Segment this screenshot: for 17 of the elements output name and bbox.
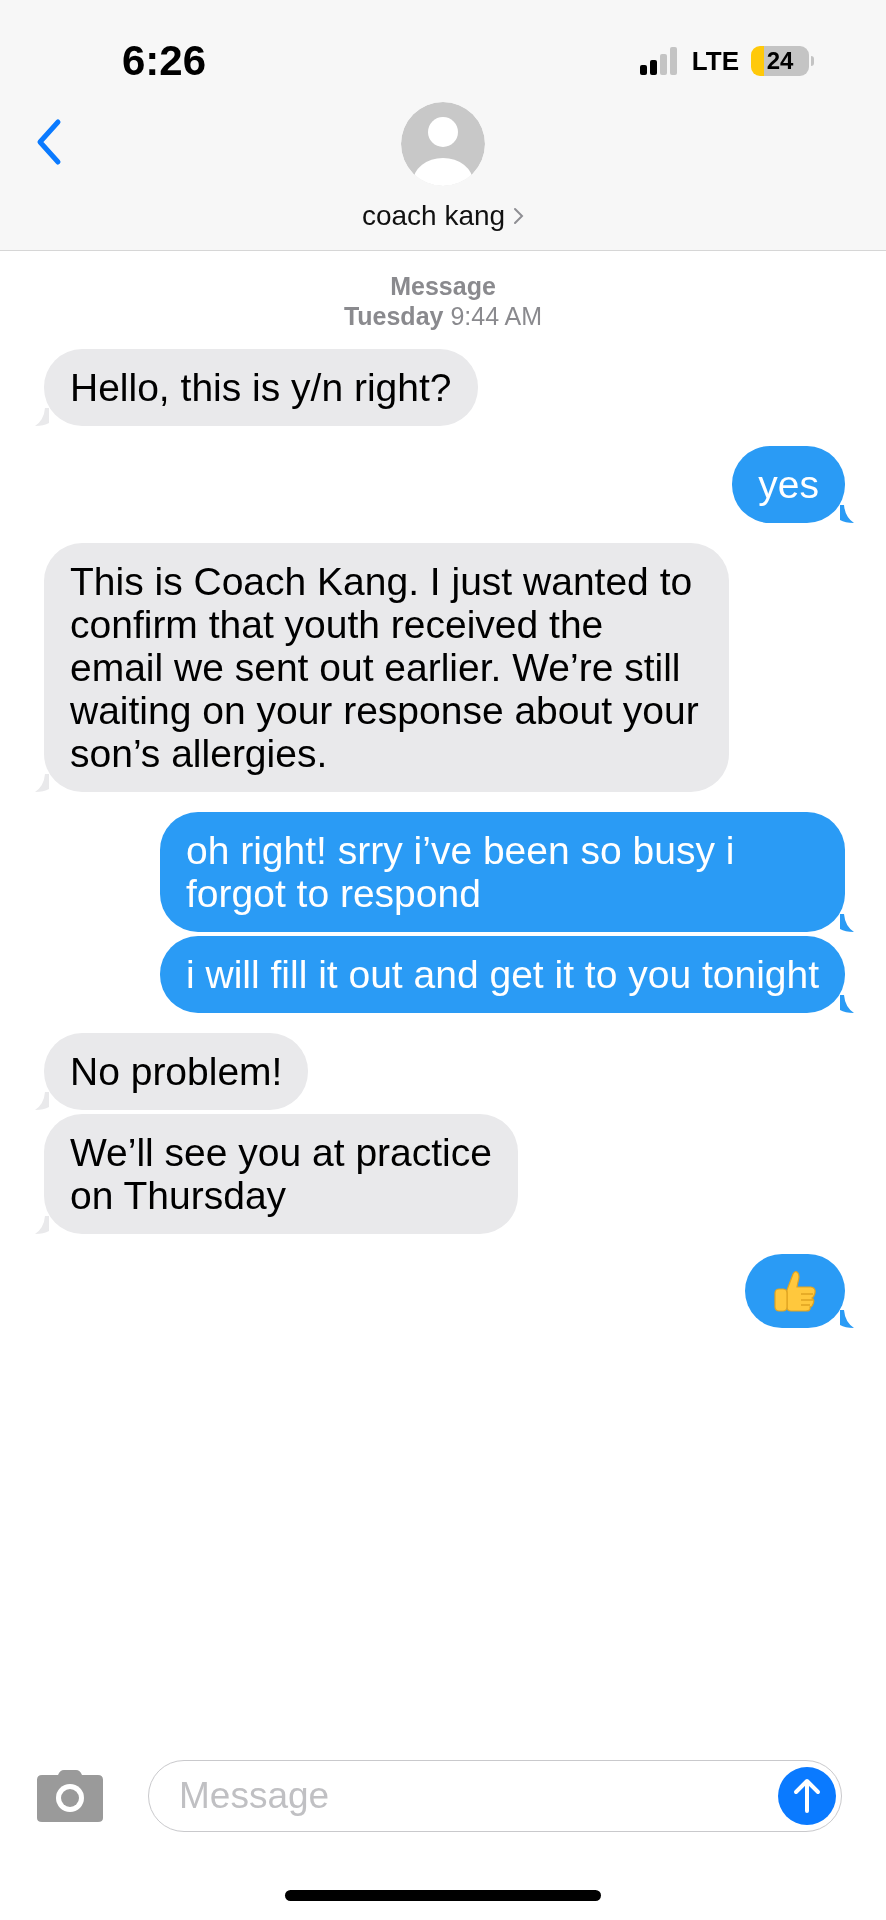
status-time: 6:26	[122, 36, 208, 85]
battery-level: 24	[751, 46, 809, 76]
service-label: Message	[390, 271, 496, 301]
message-field[interactable]: Message	[148, 1760, 842, 1832]
thumbs-up-icon	[773, 1270, 817, 1312]
network-label: LTE	[691, 45, 739, 77]
chevron-right-icon[interactable]	[513, 207, 525, 225]
arrow-up-icon	[792, 1778, 822, 1814]
bubble-tail-icon	[840, 914, 854, 932]
avatar-icon[interactable]	[401, 102, 485, 186]
battery-tip-icon	[811, 56, 814, 66]
signal-icon	[639, 47, 680, 75]
timestamp: Tuesday 9:44 AM	[343, 301, 543, 331]
contact-name[interactable]: coach kang	[361, 200, 506, 232]
camera-button[interactable]	[36, 1769, 104, 1823]
bubble-tail-icon	[840, 995, 854, 1013]
bubble-tail-icon	[840, 505, 854, 523]
